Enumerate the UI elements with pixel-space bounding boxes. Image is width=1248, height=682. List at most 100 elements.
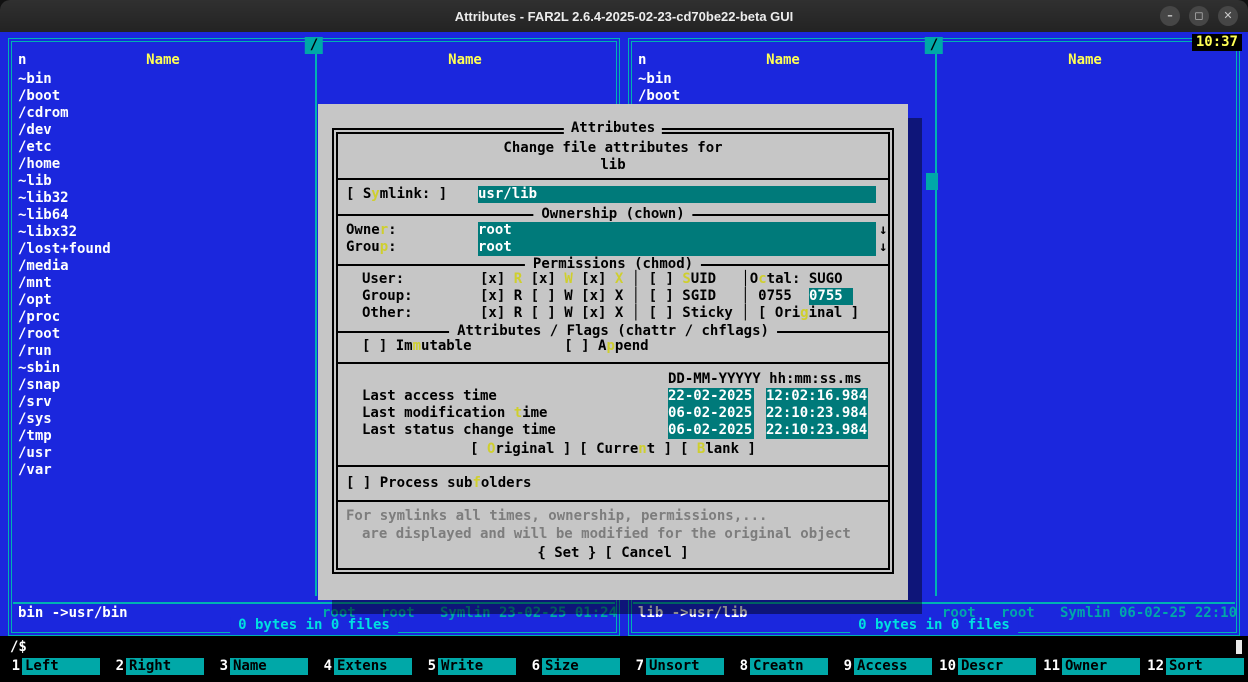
file-item[interactable]: /proc xyxy=(18,309,310,326)
symlink-input[interactable]: usr/lib xyxy=(478,186,876,203)
file-item[interactable]: /media xyxy=(18,258,310,275)
file-item[interactable]: /lost+found xyxy=(18,241,310,258)
perm-row-group[interactable]: Group: [x] R [ ] W [x] X │ [ ] SGID │ 07… xyxy=(362,288,809,305)
minimize-button[interactable]: – xyxy=(1160,6,1180,26)
set-button[interactable]: { Set } xyxy=(537,545,596,562)
bottom-area: /$ 1Left2Right3Name4Extens5Write6Size7Un… xyxy=(0,636,1248,682)
keybar-item[interactable]: 6Size xyxy=(520,658,624,675)
file-item[interactable]: ~libx32 xyxy=(18,224,310,241)
file-item[interactable]: /dev xyxy=(18,122,310,139)
blank-time-button[interactable]: [ Blank ] xyxy=(680,441,756,458)
flags-section-separator: Attributes / Flags (chattr / chflags) xyxy=(336,331,890,333)
status-change-date-input[interactable]: 06-02-2025 xyxy=(668,422,754,439)
dialog-subtitle: Change file attributes for xyxy=(332,140,894,157)
file-item[interactable]: /srv xyxy=(18,394,310,411)
file-item[interactable]: ~bin xyxy=(638,71,930,88)
keybar-number: 10 xyxy=(936,658,958,675)
status-change-time-input[interactable]: 22:10:23.984 xyxy=(766,422,868,439)
file-item[interactable]: ~lib32 xyxy=(18,190,310,207)
column-header-name[interactable]: Name xyxy=(934,52,1236,69)
keybar-item[interactable]: 2Right xyxy=(104,658,208,675)
keybar-label: Creatn xyxy=(750,658,828,675)
group-input[interactable]: root xyxy=(478,239,876,256)
original-time-button[interactable]: [ Original ] xyxy=(470,441,571,458)
close-button[interactable]: ✕ xyxy=(1218,6,1238,26)
file-item[interactable]: /usr xyxy=(18,445,310,462)
command-input[interactable]: /$ xyxy=(10,639,27,656)
file-item[interactable]: /root xyxy=(18,326,310,343)
keybar-item[interactable]: 5Write xyxy=(416,658,520,675)
keybar-item[interactable]: 9Access xyxy=(832,658,936,675)
keybar-label: Write xyxy=(438,658,516,675)
flags-row[interactable]: [ ] Immutable [ ] Append xyxy=(362,338,649,355)
modification-time-input[interactable]: 22:10:23.984 xyxy=(766,405,868,422)
dialog-separator xyxy=(336,362,890,364)
ownership-section-label: Ownership (chown) xyxy=(533,206,692,223)
file-item[interactable]: /run xyxy=(18,343,310,360)
owner-history-arrow-icon[interactable]: ↓ xyxy=(879,222,887,239)
keybar-number: 6 xyxy=(520,658,542,675)
column-header-name[interactable]: Name xyxy=(632,52,934,69)
keybar-item[interactable]: 8Creatn xyxy=(728,658,832,675)
process-subfolders-checkbox[interactable]: [ ] Process subfolders xyxy=(346,475,531,492)
symlink-checkbox[interactable]: [ Symlink: ] xyxy=(346,186,447,203)
keybar-label: Sort xyxy=(1166,658,1244,675)
clock: 10:37 xyxy=(1192,34,1242,51)
keybar-label: Owner xyxy=(1062,658,1140,675)
keybar-number: 8 xyxy=(728,658,750,675)
keybar-item[interactable]: 10Descr xyxy=(936,658,1040,675)
keybar-item[interactable]: 11Owner xyxy=(1040,658,1144,675)
panel-column-divider xyxy=(315,53,317,596)
keybar-item[interactable]: 12Sort xyxy=(1144,658,1248,675)
status-change-time-label: Last status change time xyxy=(362,422,556,439)
file-list: ~bin/boot/cdrom/dev/etc/home~lib~lib32~l… xyxy=(18,71,310,479)
keybar-item[interactable]: 7Unsort xyxy=(624,658,728,675)
function-keybar: 1Left2Right3Name4Extens5Write6Size7Unsor… xyxy=(0,658,1248,675)
file-item[interactable]: /var xyxy=(18,462,310,479)
file-item[interactable]: /boot xyxy=(18,88,310,105)
dialog-separator xyxy=(336,500,890,502)
panel-path[interactable]: / xyxy=(925,37,943,54)
file-item[interactable]: /snap xyxy=(18,377,310,394)
cancel-button[interactable]: [ Cancel ] xyxy=(604,545,688,562)
current-time-button[interactable]: [ Current ] xyxy=(579,441,672,458)
file-item[interactable]: /home xyxy=(18,156,310,173)
file-item[interactable]: ~lib64 xyxy=(18,207,310,224)
file-item[interactable]: ~lib xyxy=(18,173,310,190)
access-time-input[interactable]: 12:02:16.984 xyxy=(766,388,868,405)
panel-path[interactable]: / xyxy=(305,37,323,54)
file-item[interactable]: /sys xyxy=(18,411,310,428)
dialog-separator xyxy=(336,178,890,180)
group-label: Group: xyxy=(346,239,397,256)
octal-input[interactable]: 0755 xyxy=(809,288,853,305)
ownership-section-separator: Ownership (chown) xyxy=(336,214,890,216)
file-item[interactable]: /etc xyxy=(18,139,310,156)
file-item[interactable]: /boot xyxy=(638,88,930,105)
modification-time-label: Last modification time xyxy=(362,405,547,422)
group-history-arrow-icon[interactable]: ↓ xyxy=(879,239,887,256)
file-item[interactable]: /mnt xyxy=(18,275,310,292)
modification-date-input[interactable]: 06-02-2025 xyxy=(668,405,754,422)
file-item[interactable]: /opt xyxy=(18,292,310,309)
keybar-item[interactable]: 1Left xyxy=(0,658,104,675)
dialog-separator xyxy=(336,465,890,467)
window-controls: – ◻ ✕ xyxy=(1160,6,1238,26)
owner-input[interactable]: root xyxy=(478,222,876,239)
keybar-label: Access xyxy=(854,658,932,675)
column-header-name[interactable]: Name xyxy=(314,52,616,69)
maximize-button[interactable]: ◻ xyxy=(1189,6,1209,26)
file-list: ~bin/boot xyxy=(638,71,930,105)
file-item[interactable]: /tmp xyxy=(18,428,310,445)
file-item[interactable]: ~sbin xyxy=(18,360,310,377)
original-permissions-button[interactable]: [ Original ] xyxy=(758,305,859,322)
access-date-input[interactable]: 22-02-2025 xyxy=(668,388,754,405)
keybar-number: 2 xyxy=(104,658,126,675)
column-header-name[interactable]: Name xyxy=(12,52,314,69)
file-item[interactable]: ~bin xyxy=(18,71,310,88)
owner-label: Owner: xyxy=(346,222,397,239)
file-item[interactable]: /cdrom xyxy=(18,105,310,122)
keybar-number: 7 xyxy=(624,658,646,675)
perm-row-user[interactable]: User: [x] R [x] W [x] X │ [ ] SUID │Octa… xyxy=(362,271,843,288)
perm-row-other[interactable]: Other: [x] R [ ] W [x] X │ [ ] Sticky │ xyxy=(362,305,750,322)
keybar-item[interactable]: 3Name xyxy=(208,658,312,675)
